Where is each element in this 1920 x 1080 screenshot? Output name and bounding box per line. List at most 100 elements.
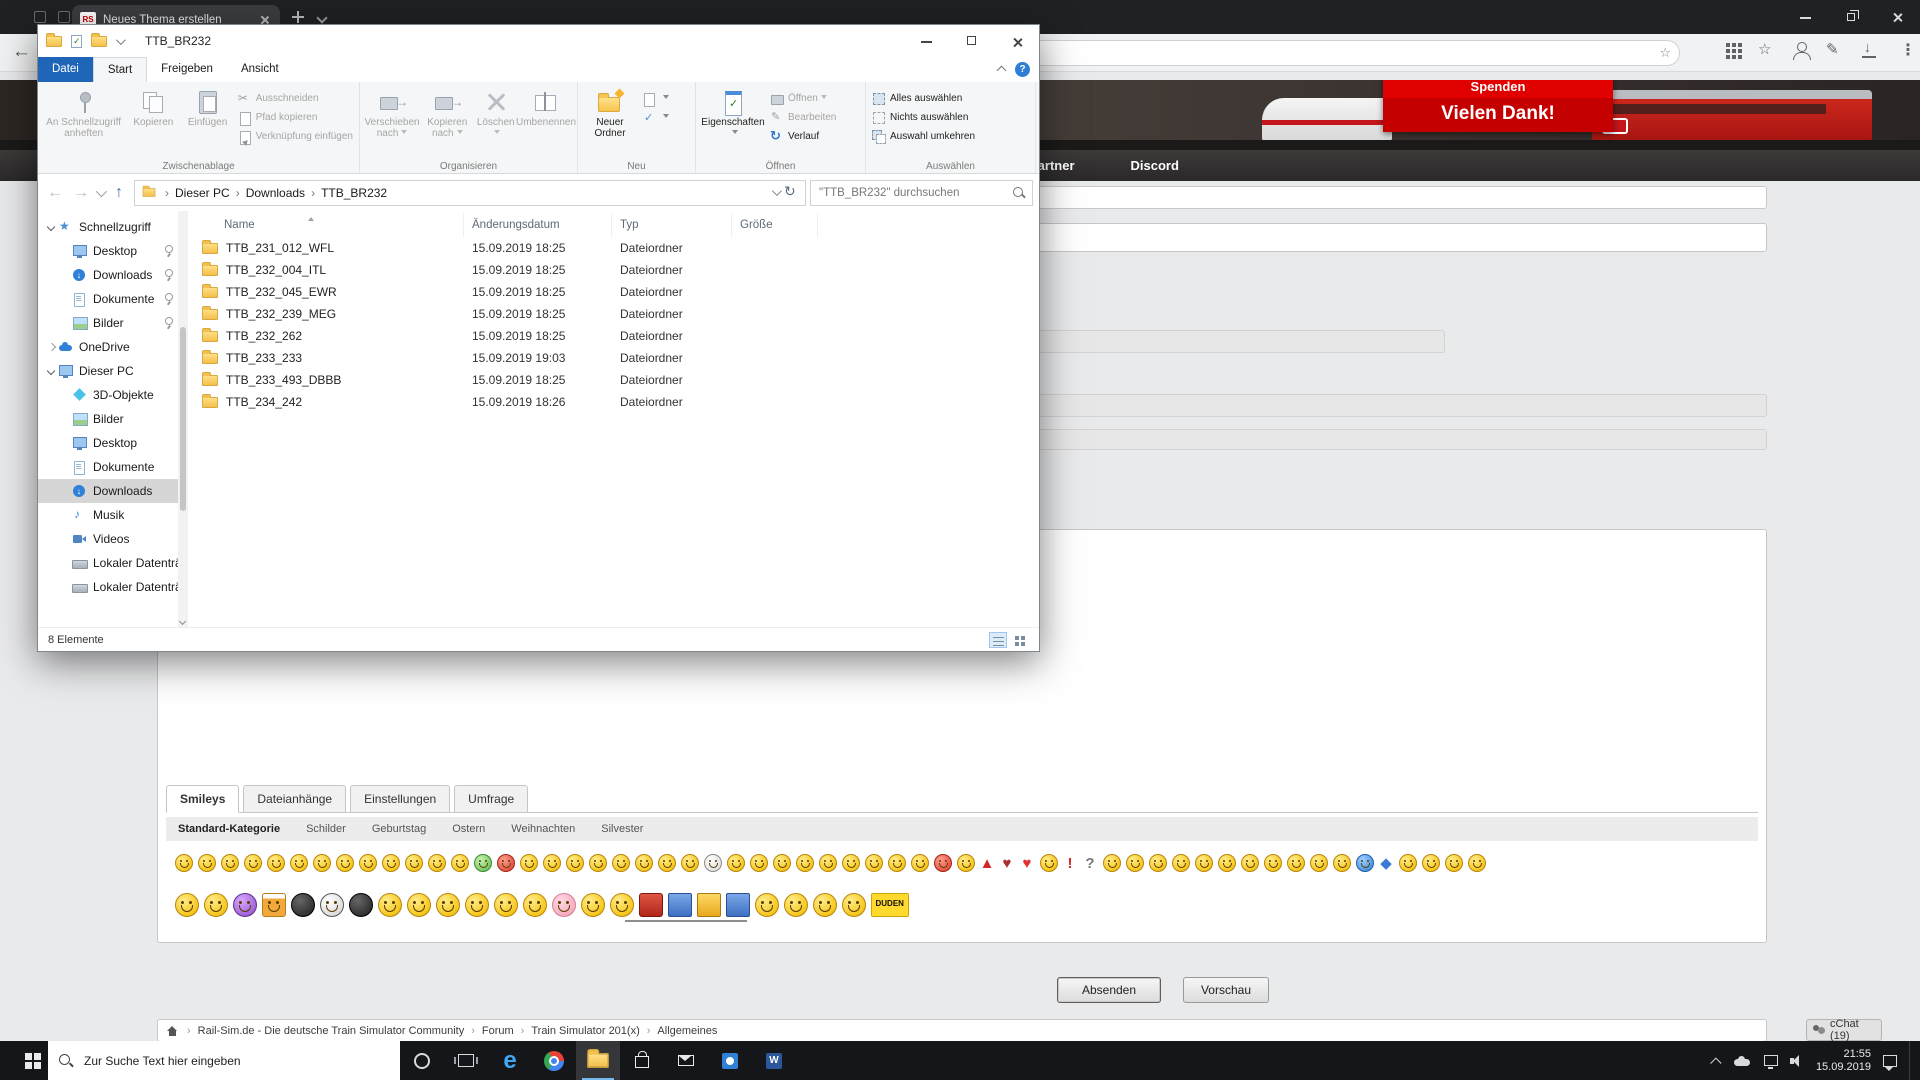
smiley-party[interactable] <box>755 893 779 917</box>
editor-tab-einstellungen[interactable]: Einstellungen <box>350 785 450 813</box>
smiley-imp[interactable] <box>750 854 768 872</box>
smiley-angry[interactable] <box>221 854 239 872</box>
back-icon[interactable] <box>12 42 34 64</box>
smiley-clown[interactable] <box>658 854 676 872</box>
smiley-joy[interactable] <box>681 854 699 872</box>
submit-button[interactable]: Absenden <box>1057 977 1161 1003</box>
chat-button[interactable]: cChat (19) <box>1806 1019 1882 1041</box>
task-view-button[interactable] <box>444 1041 488 1080</box>
profile-icon[interactable] <box>1792 41 1810 59</box>
smiley-pumpkin[interactable] <box>1422 854 1440 872</box>
smiley-diver[interactable] <box>494 893 518 917</box>
smiley-surprised[interactable] <box>635 854 653 872</box>
breadcrumb-item[interactable]: Allgemeines <box>657 1025 717 1037</box>
column-header-typ[interactable]: Typ <box>612 213 732 237</box>
smiley-smile[interactable] <box>175 854 193 872</box>
address-crumb-dieser-pc[interactable]: Dieser PC <box>175 186 230 200</box>
file-row[interactable]: TTB_232_26215.09.2019 18:25Dateiordner <box>198 325 1039 347</box>
sidebar-item-downloads[interactable]: Downloads <box>38 479 188 503</box>
smiley-thought[interactable] <box>610 893 634 917</box>
explorer-system-icon[interactable] <box>46 36 62 47</box>
chrome-taskbar-button[interactable] <box>532 1041 576 1080</box>
downloads-icon[interactable] <box>1860 41 1878 59</box>
smiley-idea[interactable] <box>1103 854 1121 872</box>
recent-locations-chevron-icon[interactable] <box>96 185 107 196</box>
start-button[interactable] <box>0 1041 48 1080</box>
sidebar-item-bilder[interactable]: Bilder <box>38 407 188 431</box>
smiley-redface[interactable] <box>497 854 515 872</box>
edit-icon[interactable] <box>1826 41 1844 59</box>
file-row[interactable]: TTB_233_493_DBBB15.09.2019 18:25Dateiord… <box>198 369 1039 391</box>
smiley-warning-triangle[interactable]: ▲ <box>980 854 995 872</box>
smiley-toast[interactable] <box>813 893 837 917</box>
show-desktop-button[interactable] <box>1909 1041 1914 1080</box>
properties-button[interactable]: Eigenschaften <box>699 85 767 139</box>
smiley-green[interactable] <box>474 854 492 872</box>
thumbnails-view-button[interactable] <box>1011 632 1029 648</box>
history-button[interactable]: Verlauf <box>767 127 839 146</box>
editor-tab-umfrage[interactable]: Umfrage <box>454 785 528 813</box>
invert-selection-button[interactable]: Auswahl umkehren <box>869 127 978 146</box>
bookmark-star-icon[interactable] <box>1659 45 1671 61</box>
scrollbar-down-arrow-icon[interactable] <box>179 618 186 625</box>
qat-new-folder-icon[interactable] <box>91 36 107 47</box>
smiley-train-engine[interactable] <box>639 893 663 917</box>
sidebar-item-onedrive[interactable]: OneDrive <box>38 335 188 359</box>
donation-banner[interactable]: Spenden Vielen Dank! <box>1383 80 1613 132</box>
browser-close-button[interactable] <box>1874 0 1920 34</box>
taskbar-search-box[interactable] <box>48 1041 400 1080</box>
breadcrumb-item[interactable]: Forum <box>482 1025 514 1037</box>
smiley-train-car[interactable] <box>668 893 692 917</box>
new-folder-button[interactable]: Neuer Ordner <box>581 85 639 139</box>
explorer-menu-tab-ansicht[interactable]: Ansicht <box>227 57 293 82</box>
copy-button[interactable]: Kopieren <box>126 85 180 128</box>
smiley-category-schilder[interactable]: Schilder <box>306 823 346 835</box>
pin-quick-access-button[interactable]: An Schnellzugriff anheften <box>41 85 126 139</box>
browser-extension-icon[interactable] <box>34 11 46 23</box>
edit-button[interactable]: Bearbeiten <box>767 108 839 127</box>
help-icon[interactable] <box>1015 62 1030 77</box>
editor-tab-dateianhänge[interactable]: Dateianhänge <box>243 785 346 813</box>
explorer-minimize-button[interactable] <box>904 25 949 57</box>
smiley-smirk[interactable] <box>566 854 584 872</box>
cortana-button[interactable] <box>400 1041 444 1080</box>
smiley-soccer[interactable] <box>320 893 344 917</box>
smiley-thinking[interactable] <box>819 854 837 872</box>
smiley-category-weihnachten[interactable]: Weihnachten <box>511 823 575 835</box>
smiley-gem[interactable]: ◆ <box>1379 854 1394 872</box>
smiley-beard[interactable] <box>1445 854 1463 872</box>
explorer-maximize-button[interactable] <box>949 25 994 57</box>
smiley-happy[interactable] <box>382 854 400 872</box>
smiley-duden[interactable]: DUDEN <box>871 893 909 917</box>
new-tab-button[interactable] <box>292 11 304 23</box>
column-header-änderungsdatum[interactable]: Änderungsdatum <box>464 213 612 237</box>
paste-shortcut-button[interactable]: Verknüpfung einfügen <box>235 127 356 146</box>
smiley-blank[interactable] <box>520 854 538 872</box>
collapse-chevron-icon[interactable] <box>46 342 56 352</box>
smiley-furious[interactable] <box>934 854 952 872</box>
explorer-search-field[interactable] <box>810 180 1033 206</box>
smiley-cat2[interactable] <box>1333 854 1351 872</box>
sidebar-item-dokumente[interactable]: Dokumente <box>38 287 188 311</box>
explorer-menu-tab-start[interactable]: Start <box>93 57 147 82</box>
smiley-cry[interactable] <box>313 854 331 872</box>
smiley-sleepy[interactable] <box>428 854 446 872</box>
smiley-rofl[interactable] <box>175 893 199 917</box>
smiley-purple-imp[interactable] <box>233 893 257 917</box>
smiley-laughtears[interactable] <box>523 893 547 917</box>
expand-chevron-icon[interactable] <box>46 222 56 232</box>
sidebar-scrollbar[interactable] <box>178 211 188 627</box>
rename-button[interactable]: Umbenennen <box>518 85 574 128</box>
sidebar-item-bilder[interactable]: Bilder <box>38 311 188 335</box>
sidebar-item-desktop[interactable]: Desktop <box>38 431 188 455</box>
smiley-winktongue[interactable] <box>1264 854 1282 872</box>
smiley-upsidedown[interactable] <box>888 854 906 872</box>
smiley-relieved[interactable] <box>1241 854 1259 872</box>
smiley-laugh[interactable] <box>336 854 354 872</box>
explorer-menu-tab-freigeben[interactable]: Freigeben <box>147 57 227 82</box>
ribbon-collapse-chevron-icon[interactable] <box>997 66 1007 76</box>
home-icon[interactable] <box>167 1026 178 1036</box>
taskbar-clock[interactable]: 21:55 15.09.2019 <box>1816 1048 1871 1074</box>
sidebar-item-downloads[interactable]: Downloads <box>38 263 188 287</box>
nav-item-discord[interactable]: Discord <box>1131 158 1179 173</box>
